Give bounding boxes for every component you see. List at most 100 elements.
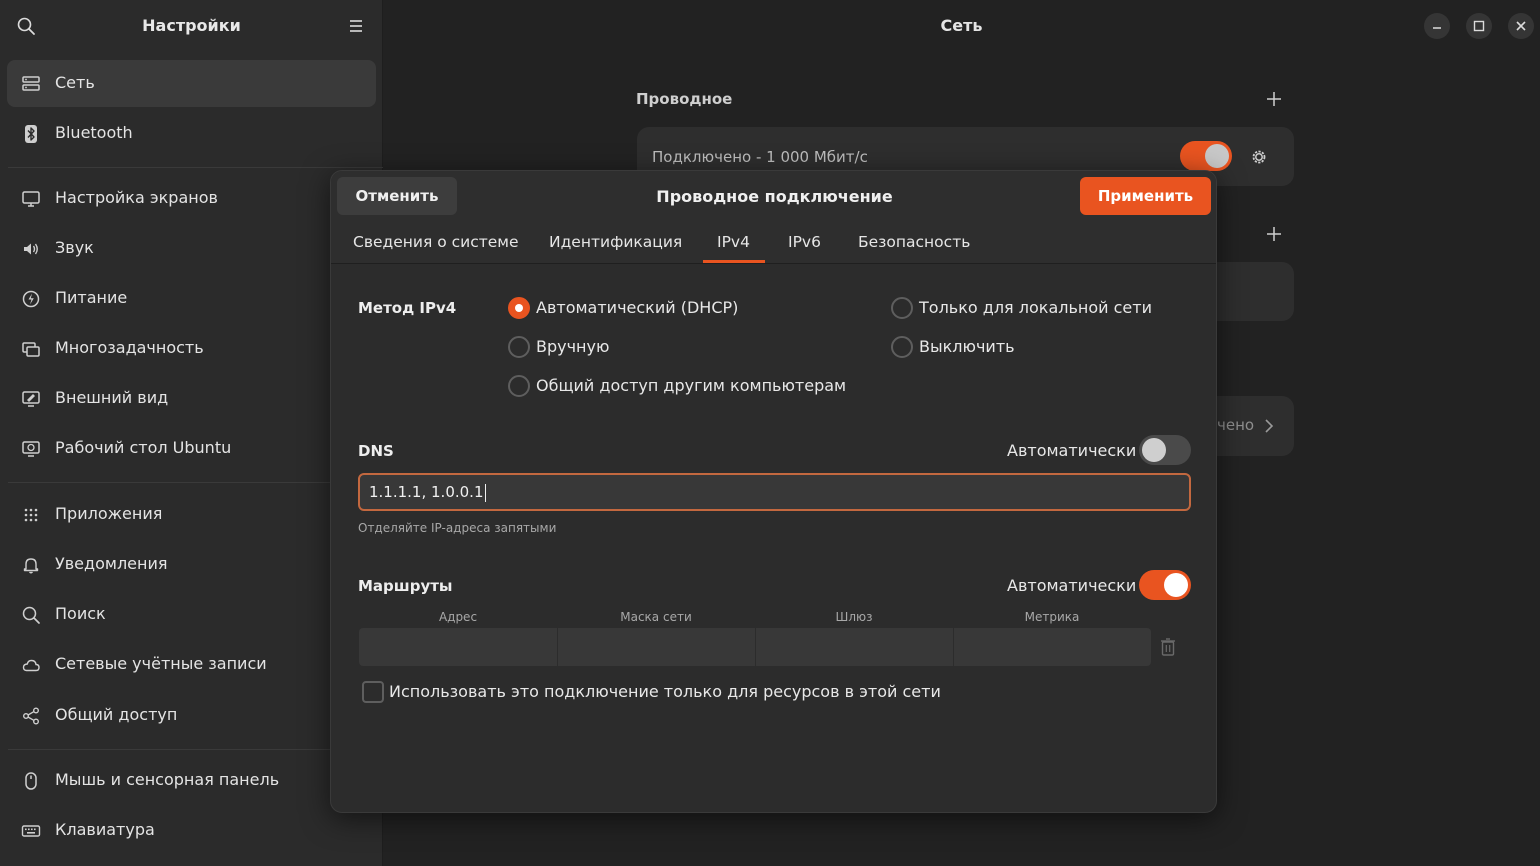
routes-auto-label: Автоматически [1007, 576, 1137, 595]
radio-shared[interactable] [508, 375, 530, 397]
sidebar-item-label: Клавиатура [55, 820, 155, 839]
sidebar-title: Настройки [142, 16, 241, 35]
sidebar-item-sharing[interactable]: Общий доступ [7, 692, 376, 739]
sidebar-item-power[interactable]: Питание [7, 275, 376, 322]
mouse-icon [25, 772, 37, 790]
cell-divider [755, 628, 756, 666]
add-wired-plus-icon[interactable] [1266, 91, 1282, 107]
trash-icon[interactable] [1159, 637, 1177, 657]
tab-ipv4[interactable]: IPv4 [717, 233, 750, 251]
sidebar-item-sound[interactable]: Звук [7, 225, 376, 272]
sidebar-divider [8, 482, 383, 483]
sidebar-item-label: Настройка экранов [55, 188, 218, 207]
bell-icon [23, 558, 39, 574]
radio-dhcp-label[interactable]: Автоматический (DHCP) [536, 298, 738, 317]
wired-toggle[interactable] [1180, 141, 1232, 171]
tab-identity[interactable]: Идентификация [549, 233, 682, 251]
sidebar-item-online-accounts[interactable]: Сетевые учётные записи [7, 641, 376, 688]
sidebar-item-keyboard[interactable]: Клавиатура [7, 807, 376, 854]
power-icon [22, 290, 40, 308]
sidebar-item-label: Мышь и сенсорная панель [55, 770, 280, 789]
sidebar: Настройки Сеть Bluetooth Настройка экран… [0, 0, 383, 866]
appearance-icon [22, 391, 40, 407]
apps-grid-icon [24, 508, 38, 522]
radio-disabled[interactable] [891, 336, 913, 358]
tab-security[interactable]: Безопасность [858, 233, 970, 251]
sidebar-item-notifications[interactable]: Уведомления [7, 541, 376, 588]
sidebar-item-apps[interactable]: Приложения [7, 491, 376, 538]
routes-auto-toggle[interactable] [1139, 570, 1191, 600]
radio-manual-label[interactable]: Вручную [536, 337, 609, 356]
network-icon [22, 76, 40, 91]
gear-icon[interactable] [1249, 147, 1269, 167]
sidebar-item-mouse[interactable]: Мышь и сенсорная панель [7, 757, 376, 804]
page-title: Сеть [940, 16, 983, 35]
maximize-icon [1473, 20, 1485, 32]
search-icon [22, 606, 40, 624]
only-local-resources-label[interactable]: Использовать это подключение только для … [389, 682, 941, 701]
close-button[interactable] [1508, 13, 1534, 39]
sidebar-header: Настройки [0, 0, 383, 52]
sidebar-item-label: Внешний вид [55, 388, 169, 407]
dns-auto-toggle[interactable] [1139, 435, 1191, 465]
minimize-button[interactable] [1424, 13, 1450, 39]
apply-button[interactable]: Применить [1080, 177, 1211, 215]
sidebar-item-label: Сеть [55, 73, 95, 92]
toggle-knob [1205, 144, 1229, 168]
wired-status-text: Подключено - 1 000 Мбит/с [652, 148, 868, 166]
sidebar-item-label: Приложения [55, 504, 163, 523]
sidebar-item-label: Звук [55, 238, 94, 257]
sidebar-item-label: Питание [55, 288, 128, 307]
only-local-resources-checkbox[interactable] [362, 681, 384, 703]
dns-auto-label: Автоматически [1007, 441, 1137, 460]
dns-hint: Отделяйте IP-адреса запятыми [358, 521, 557, 535]
tab-details[interactable]: Сведения о системе [353, 233, 519, 251]
tab-ipv6[interactable]: IPv6 [788, 233, 821, 251]
wired-section-title: Проводное [636, 90, 733, 108]
sound-icon [24, 243, 38, 255]
dialog-header: Отменить Проводное подключение Применить… [331, 171, 1216, 264]
sidebar-item-label: Общий доступ [55, 705, 178, 724]
route-col-gateway: Шлюз [835, 610, 873, 624]
radio-link-local[interactable] [891, 297, 913, 319]
hamburger-menu-icon[interactable] [346, 16, 366, 36]
bluetooth-icon [25, 125, 37, 143]
sidebar-item-label: Многозадачность [55, 338, 204, 357]
share-icon [23, 707, 39, 725]
sidebar-item-bluetooth[interactable]: Bluetooth [7, 110, 376, 157]
multitasking-icon [22, 342, 40, 357]
radio-link-local-label[interactable]: Только для локальной сети [919, 298, 1152, 317]
radio-manual[interactable] [508, 336, 530, 358]
route-entry-row[interactable] [359, 628, 1151, 666]
dns-label: DNS [358, 442, 394, 460]
radio-dhcp[interactable] [508, 297, 530, 319]
sidebar-item-label: Рабочий стол Ubuntu [55, 438, 232, 457]
sidebar-item-ubuntu-desktop[interactable]: Рабочий стол Ubuntu [7, 425, 376, 472]
sidebar-divider [8, 749, 383, 750]
add-vpn-plus-icon[interactable] [1266, 226, 1282, 242]
sidebar-item-appearance[interactable]: Внешний вид [7, 375, 376, 422]
sidebar-item-network[interactable]: Сеть [7, 60, 376, 107]
minimize-icon [1433, 27, 1441, 29]
routes-label: Маршруты [358, 577, 453, 595]
maximize-button[interactable] [1466, 13, 1492, 39]
sidebar-divider [8, 167, 383, 168]
chevron-right-icon [1265, 419, 1274, 433]
toggle-knob [1164, 573, 1188, 597]
sidebar-item-label: Сетевые учётные записи [55, 654, 267, 673]
sidebar-item-label: Bluetooth [55, 123, 133, 142]
toggle-knob [1142, 438, 1166, 462]
route-col-netmask: Маска сети [620, 610, 692, 624]
radio-shared-label[interactable]: Общий доступ другим компьютерам [536, 376, 846, 395]
sidebar-item-search[interactable]: Поиск [7, 591, 376, 638]
dns-input[interactable]: 1.1.1.1, 1.0.0.1 [358, 473, 1191, 511]
sidebar-item-multitasking[interactable]: Многозадачность [7, 325, 376, 372]
radio-disabled-label[interactable]: Выключить [919, 337, 1015, 356]
sidebar-item-label: Поиск [55, 604, 106, 623]
close-icon [1516, 21, 1526, 31]
route-col-address: Адрес [438, 610, 478, 624]
sidebar-item-displays[interactable]: Настройка экранов [7, 175, 376, 222]
text-caret [484, 483, 486, 502]
wired-connection-dialog: Отменить Проводное подключение Применить… [330, 170, 1217, 813]
dns-input-value: 1.1.1.1, 1.0.0.1 [369, 483, 484, 501]
